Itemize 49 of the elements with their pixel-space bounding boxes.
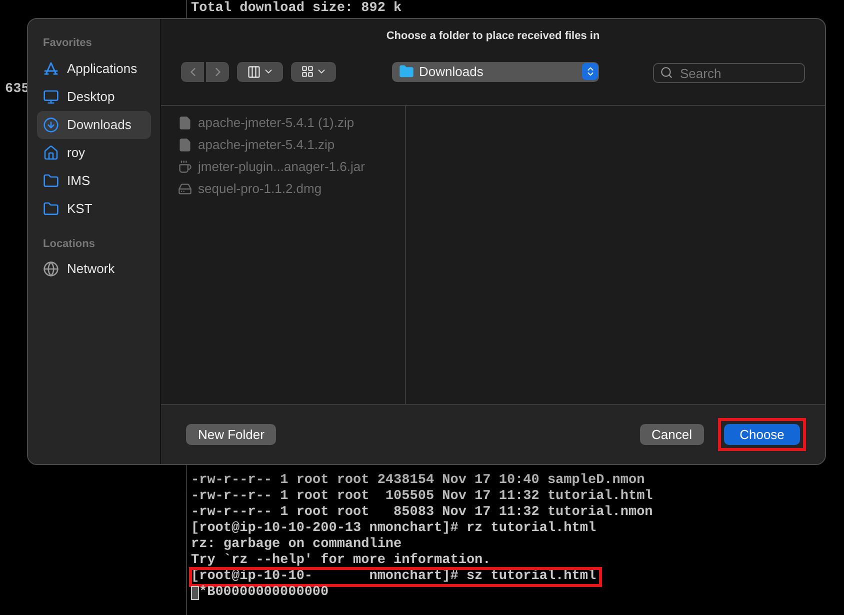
group-button[interactable] xyxy=(291,62,336,82)
search-icon xyxy=(660,66,673,78)
folder-icon xyxy=(399,64,414,79)
sidebar-item[interactable]: Desktop xyxy=(37,82,151,110)
terminal-line: -rw-r--r-- 1 root root 2438154 Nov 17 10:40 sampleD.nmon xyxy=(191,473,645,489)
dialog-title: Choose a folder to place received files in xyxy=(386,29,600,44)
terminal-line: -rw-r--r-- 1 root root 85083 Nov 17 11:32 tutorial.nmon xyxy=(191,505,653,521)
terminal-line: [root@ip-10-10-200-13 nmonchart]# rz tutorial.html xyxy=(191,521,596,537)
search-field[interactable]: Search xyxy=(653,63,805,83)
file-row: apache-jmeter-5.4.1.zip xyxy=(178,134,388,156)
choose-button[interactable]: Choose xyxy=(724,424,800,445)
forward-button[interactable] xyxy=(206,62,229,82)
sidebar-item[interactable]: KST xyxy=(37,194,151,222)
file-row: apache-jmeter-5.4.1 (1).zip xyxy=(178,112,388,134)
folder-icon xyxy=(43,172,59,188)
back-button[interactable] xyxy=(181,62,204,82)
sidebar-item[interactable]: Downloads xyxy=(37,110,151,138)
disk-image-icon xyxy=(178,182,192,196)
globe-icon xyxy=(43,261,59,277)
grid-icon xyxy=(300,65,314,78)
terminal-cursor xyxy=(191,586,199,600)
monitor-icon xyxy=(43,88,59,104)
sidebar-item[interactable]: roy xyxy=(37,138,151,166)
home-icon xyxy=(43,144,59,160)
location-popup[interactable]: Downloads xyxy=(392,62,599,82)
terminal-line: *B00000000000000 xyxy=(199,585,329,601)
dialog-button[interactable]: New Folder xyxy=(186,424,276,445)
sidebar-item[interactable]: Network xyxy=(37,255,151,283)
applications-icon xyxy=(43,60,59,76)
folder-icon xyxy=(43,200,59,216)
download-icon xyxy=(43,116,59,132)
file-row: sequel-pro-1.1.2.dmg xyxy=(178,178,388,200)
sidebar-item[interactable]: IMS xyxy=(37,166,151,194)
sidebar-heading: Locations xyxy=(42,236,96,252)
terminal-line: -rw-r--r-- 1 root root 105505 Nov 17 11:32 tutorial.html xyxy=(191,489,653,505)
view-mode-button[interactable] xyxy=(237,62,283,82)
terminal-line: rz: garbage on commandline xyxy=(191,537,402,553)
file-icon xyxy=(178,116,192,130)
terminal-line: Try `rz --help' for more information. xyxy=(191,553,491,569)
coffee-cup-icon xyxy=(178,160,192,174)
columns-icon xyxy=(246,64,260,78)
file-icon xyxy=(178,138,192,152)
file-row: jmeter-plugin...anager-1.6.jar xyxy=(178,156,388,178)
dialog-button[interactable]: Cancel xyxy=(640,424,704,445)
sidebar-item[interactable]: Applications xyxy=(37,54,151,82)
highlighted-terminal-line: [root@ip-10-10- nmonchart]# sz tutorial.html xyxy=(191,569,600,585)
terminal-line: Total download size: 892 k xyxy=(191,1,403,17)
stepper-icon xyxy=(582,63,598,80)
sidebar-heading: Favorites xyxy=(42,36,93,51)
